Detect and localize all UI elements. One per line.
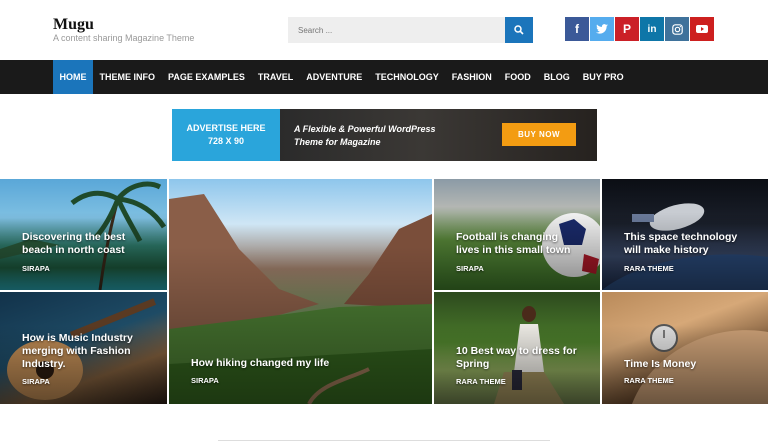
nav-item-adventure[interactable]: ADVENTURE xyxy=(300,60,369,94)
post-author[interactable]: RARA THEME xyxy=(624,376,674,385)
search-form xyxy=(288,17,533,43)
featured-post-hiking[interactable]: How hiking changed my life SIRAPA xyxy=(169,179,432,404)
buy-now-button[interactable]: BUY NOW xyxy=(502,123,576,146)
nav-item-page-examples[interactable]: PAGE EXAMPLES xyxy=(162,60,252,94)
nav-item-buy-pro[interactable]: BUY PRO xyxy=(576,60,630,94)
post-title[interactable]: How is Music Industry merging with Fashi… xyxy=(22,332,146,371)
advertisement-banner[interactable]: ADVERTISE HERE 728 X 90 A Flexible & Pow… xyxy=(172,109,597,161)
nav-item-technology[interactable]: TECHNOLOGY xyxy=(369,60,446,94)
site-tagline: A content sharing Magazine Theme xyxy=(53,33,195,43)
banner-promo-text: A Flexible & Powerful WordPress Theme fo… xyxy=(294,124,436,147)
post-title[interactable]: Football is changing lives in this small… xyxy=(456,231,576,257)
nav-item-blog[interactable]: BLOG xyxy=(537,60,576,94)
search-button[interactable] xyxy=(505,17,533,43)
featured-post-fashion[interactable]: 10 Best way to dress for Spring RARA THE… xyxy=(434,292,600,404)
post-author[interactable]: SIRAPA xyxy=(22,377,50,386)
section-divider xyxy=(218,440,550,441)
featured-post-beach[interactable]: Discovering the best beach in north coas… xyxy=(0,179,167,290)
featured-post-time[interactable]: Time Is Money RARA THEME xyxy=(602,292,768,404)
linkedin-icon[interactable]: in xyxy=(640,17,664,41)
nav-item-travel[interactable]: TRAVEL xyxy=(251,60,299,94)
post-author[interactable]: RARA THEME xyxy=(456,377,506,386)
pinterest-icon[interactable]: P xyxy=(615,17,639,41)
nav-item-home[interactable]: HOME xyxy=(53,60,93,94)
post-author[interactable]: SIRAPA xyxy=(22,264,50,273)
twitter-icon[interactable] xyxy=(590,17,614,41)
advertise-here-label: ADVERTISE HERE xyxy=(186,123,266,133)
search-icon xyxy=(514,25,524,35)
nav-item-theme-info[interactable]: THEME INFO xyxy=(93,60,162,94)
search-input[interactable] xyxy=(288,17,505,43)
featured-post-space[interactable]: This space technology will make history … xyxy=(602,179,768,290)
advertise-here-panel[interactable]: ADVERTISE HERE 728 X 90 xyxy=(172,109,280,161)
nav-item-fashion[interactable]: FASHION xyxy=(445,60,498,94)
featured-post-music[interactable]: How is Music Industry merging with Fashi… xyxy=(0,292,167,404)
post-title[interactable]: This space technology will make history xyxy=(624,231,748,257)
banner-promo-panel: A Flexible & Powerful WordPress Theme fo… xyxy=(280,109,597,161)
nav-item-food[interactable]: FOOD xyxy=(498,60,537,94)
instagram-icon[interactable] xyxy=(665,17,689,41)
site-title[interactable]: Mugu xyxy=(53,16,94,34)
post-title[interactable]: Discovering the best beach in north coas… xyxy=(22,231,142,257)
social-links: f P in xyxy=(565,17,714,41)
post-title[interactable]: 10 Best way to dress for Spring xyxy=(456,345,578,371)
youtube-icon[interactable] xyxy=(690,17,714,41)
post-author[interactable]: RARA THEME xyxy=(624,264,674,273)
post-author[interactable]: SIRAPA xyxy=(191,376,219,385)
facebook-icon[interactable]: f xyxy=(565,17,589,41)
featured-post-football[interactable]: Football is changing lives in this small… xyxy=(434,179,600,290)
advertise-size-label: 728 X 90 xyxy=(207,136,245,146)
main-navigation: HOME THEME INFO PAGE EXAMPLES TRAVEL ADV… xyxy=(0,60,768,94)
post-author[interactable]: SIRAPA xyxy=(456,264,484,273)
post-title[interactable]: How hiking changed my life xyxy=(191,357,391,370)
post-title[interactable]: Time Is Money xyxy=(624,358,744,371)
